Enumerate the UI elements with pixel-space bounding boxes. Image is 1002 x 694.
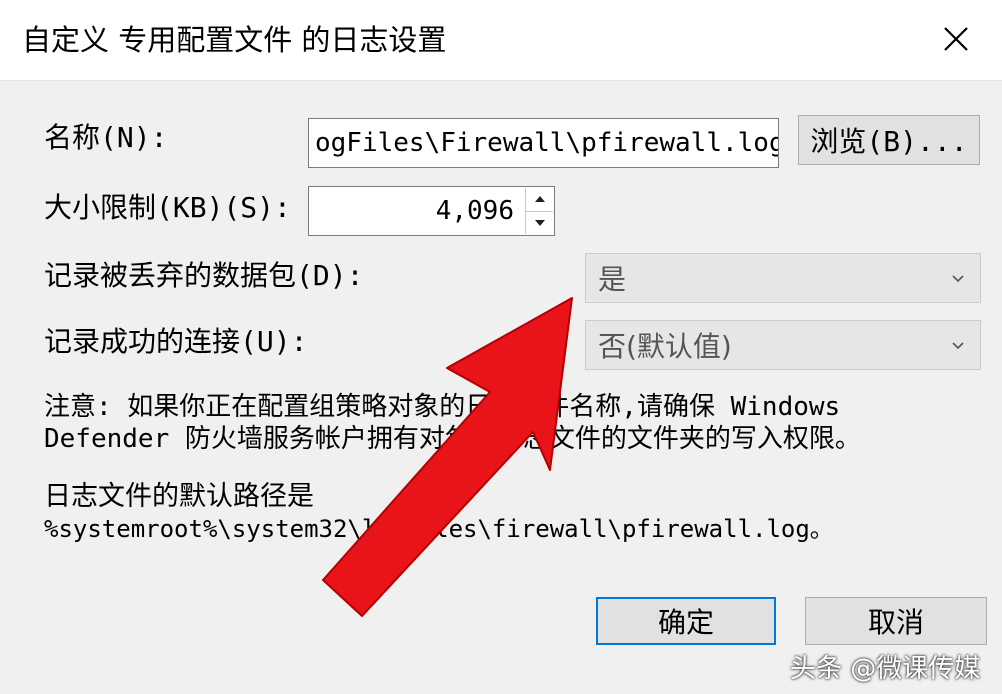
red-arrow-annotation [322,297,573,617]
watermark: 头条 @微课传媒 [790,654,981,684]
